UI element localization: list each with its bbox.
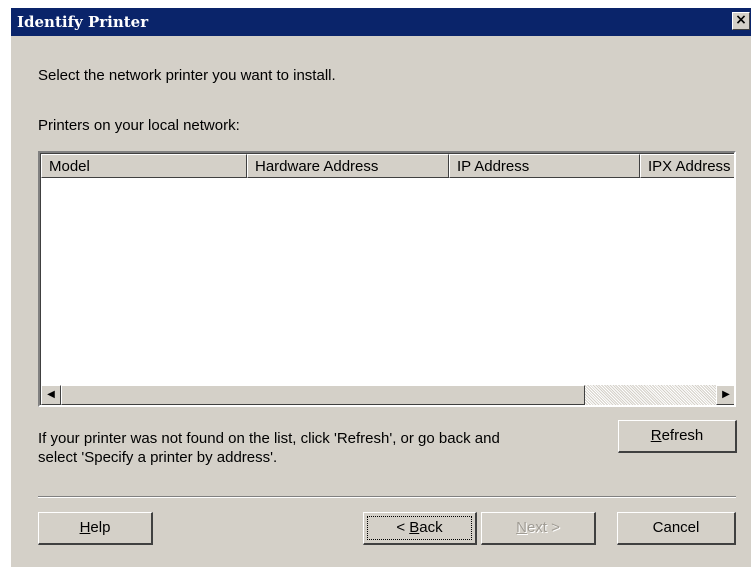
printer-list-label: Printers on your local network: <box>38 117 240 134</box>
column-header-ip-address[interactable]: IP Address <box>449 154 640 178</box>
not-found-hint-line-2: select 'Specify a printer by address'. <box>38 449 278 466</box>
scroll-left-icon[interactable]: ◀ <box>41 385 61 405</box>
identify-printer-dialog: Identify Printer × Select the network pr… <box>10 7 751 567</box>
help-label: elp <box>90 519 111 536</box>
refresh-mnemonic: R <box>650 427 662 444</box>
refresh-label: efresh <box>661 427 704 444</box>
horizontal-scrollbar[interactable]: ◀ ▶ <box>41 385 734 405</box>
close-icon[interactable]: × <box>732 12 750 30</box>
column-header-ipx-address[interactable]: IPX Address <box>640 154 734 178</box>
next-mnemonic: N <box>516 519 527 536</box>
cancel-button[interactable]: Cancel <box>617 512 736 545</box>
title-bar[interactable]: Identify Printer × <box>11 8 751 36</box>
column-header-hardware-address[interactable]: Hardware Address <box>247 154 449 178</box>
printer-list-header: Model Hardware Address IP Address IPX Ad… <box>41 154 734 178</box>
window-title: Identify Printer <box>17 13 149 31</box>
focus-ring <box>367 516 472 540</box>
scroll-right-icon[interactable]: ▶ <box>716 385 734 405</box>
next-button[interactable]: Next > <box>481 512 596 545</box>
instruction-text: Select the network printer you want to i… <box>38 67 336 84</box>
button-separator <box>38 496 736 498</box>
scrollbar-thumb[interactable] <box>61 385 585 405</box>
printer-list[interactable]: Model Hardware Address IP Address IPX Ad… <box>38 151 736 407</box>
back-button[interactable]: < Back <box>363 512 477 545</box>
column-header-model[interactable]: Model <box>41 154 247 178</box>
help-button[interactable]: Help <box>38 512 153 545</box>
not-found-hint-line-1: If your printer was not found on the lis… <box>38 430 500 447</box>
next-label: ext > <box>526 519 560 536</box>
help-mnemonic: H <box>79 519 91 536</box>
refresh-button[interactable]: Refresh <box>618 420 737 453</box>
